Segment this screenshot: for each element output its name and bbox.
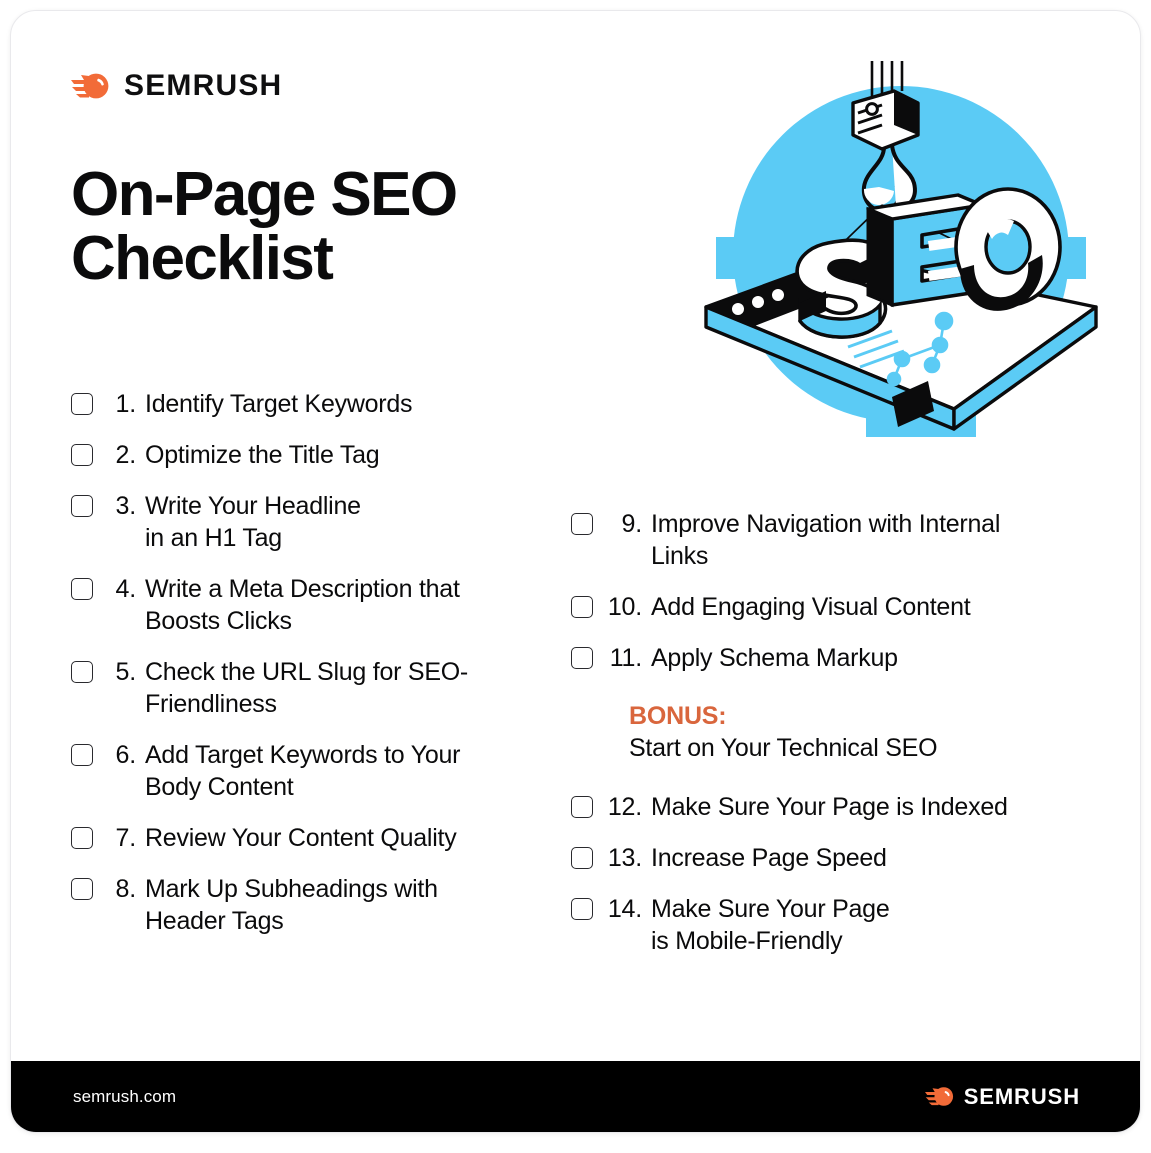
checklist-item[interactable]: 13. Increase Page Speed: [571, 842, 1096, 874]
item-number: 2.: [115, 441, 137, 469]
item-number: 8.: [115, 875, 137, 903]
checklist-item[interactable]: 6. Add Target Keywords to Your Body Cont…: [71, 739, 561, 803]
item-label: Add Engaging Visual Content: [651, 593, 971, 621]
header-brand-logo: SEMRUSH: [71, 69, 282, 103]
item-label: Identify Target Keywords: [145, 390, 413, 418]
item-number: 7.: [115, 824, 137, 852]
checkbox[interactable]: [71, 878, 93, 900]
item-number: 13.: [607, 844, 642, 872]
checkbox[interactable]: [71, 661, 93, 683]
semrush-comet-icon: [924, 1087, 953, 1106]
item-number: 6.: [115, 741, 137, 769]
checklist-item[interactable]: 9. Improve Navigation with Internal Link…: [571, 508, 1096, 572]
checklist-item[interactable]: 3. Write Your Headline in an H1 Tag: [71, 490, 561, 554]
item-number: 1.: [115, 390, 137, 418]
item-number: 12.: [607, 793, 642, 821]
item-label: Mark Up Subheadings with Header Tags: [145, 875, 438, 935]
checkbox[interactable]: [71, 578, 93, 600]
item-label: Make Sure Your Page is Mobile-Friendly: [651, 895, 890, 955]
checkbox[interactable]: [571, 796, 593, 818]
header-brand-name: SEMRUSH: [124, 69, 283, 102]
item-label: Make Sure Your Page is Indexed: [651, 793, 1008, 821]
checklist-item[interactable]: 5. Check the URL Slug for SEO- Friendlin…: [71, 656, 561, 720]
item-label: Apply Schema Markup: [651, 644, 898, 672]
checklist-item[interactable]: 2. Optimize the Title Tag: [71, 439, 561, 471]
checklist-card: SEMRUSH On-Page SEO Checklist 1. Identif…: [10, 10, 1141, 1133]
checkbox[interactable]: [571, 847, 593, 869]
checklist-item[interactable]: 10. Add Engaging Visual Content: [571, 591, 1096, 623]
checkbox[interactable]: [571, 647, 593, 669]
bonus-block: BONUS: Start on Your Technical SEO: [629, 700, 1096, 765]
checkbox[interactable]: [71, 393, 93, 415]
item-label: Increase Page Speed: [651, 844, 887, 872]
checkbox[interactable]: [571, 513, 593, 535]
checklist-item[interactable]: 12. Make Sure Your Page is Indexed: [571, 791, 1096, 823]
item-label: Review Your Content Quality: [145, 824, 457, 852]
item-label: Check the URL Slug for SEO- Friendliness: [145, 658, 469, 718]
checklist-column-right: 9. Improve Navigation with Internal Link…: [571, 508, 1096, 976]
item-label: Write Your Headline in an H1 Tag: [145, 492, 361, 552]
checkbox[interactable]: [71, 495, 93, 517]
checklist-item[interactable]: 14. Make Sure Your Page is Mobile-Friend…: [571, 893, 1096, 957]
item-label: Add Target Keywords to Your Body Content: [145, 741, 461, 801]
item-number: 4.: [115, 575, 137, 603]
item-number: 9.: [621, 510, 643, 538]
item-number: 5.: [115, 658, 137, 686]
bonus-label: BONUS:: [629, 702, 727, 730]
checklist-item[interactable]: 7. Review Your Content Quality: [71, 822, 561, 854]
item-number: 10.: [607, 593, 642, 621]
checklist-item[interactable]: 11. Apply Schema Markup: [571, 642, 1096, 674]
checkbox[interactable]: [71, 827, 93, 849]
footer-brand-name: SEMRUSH: [963, 1083, 1080, 1109]
footer-brand-logo: SEMRUSH: [924, 1083, 1080, 1110]
checkbox[interactable]: [71, 744, 93, 766]
checklist-column-left: 1. Identify Target Keywords 2. Optimize …: [71, 388, 561, 956]
crane-hook-block: [851, 89, 920, 151]
item-number: 3.: [115, 492, 137, 520]
checkbox[interactable]: [71, 444, 93, 466]
checklist-item[interactable]: 4. Write a Meta Description that Boosts …: [71, 573, 561, 637]
item-label: Improve Navigation with Internal Links: [651, 510, 1001, 570]
item-label: Write a Meta Description that Boosts Cli…: [145, 575, 460, 635]
item-number: 11.: [609, 644, 643, 672]
semrush-comet-icon: [71, 73, 109, 99]
footer-bar: semrush.com SEMRUSH: [11, 1061, 1140, 1132]
checkbox[interactable]: [571, 898, 593, 920]
seo-crane-hook-browser-illustration: [704, 61, 1098, 437]
item-number: 14.: [607, 895, 642, 923]
checkbox[interactable]: [571, 596, 593, 618]
checklist-item[interactable]: 1. Identify Target Keywords: [71, 388, 561, 420]
footer-website-url[interactable]: semrush.com: [73, 1087, 176, 1107]
bonus-text: Start on Your Technical SEO: [629, 734, 938, 762]
item-label: Optimize the Title Tag: [145, 441, 380, 469]
checklist-item[interactable]: 8. Mark Up Subheadings with Header Tags: [71, 873, 561, 937]
page-title: On-Page SEO Checklist: [71, 160, 458, 293]
